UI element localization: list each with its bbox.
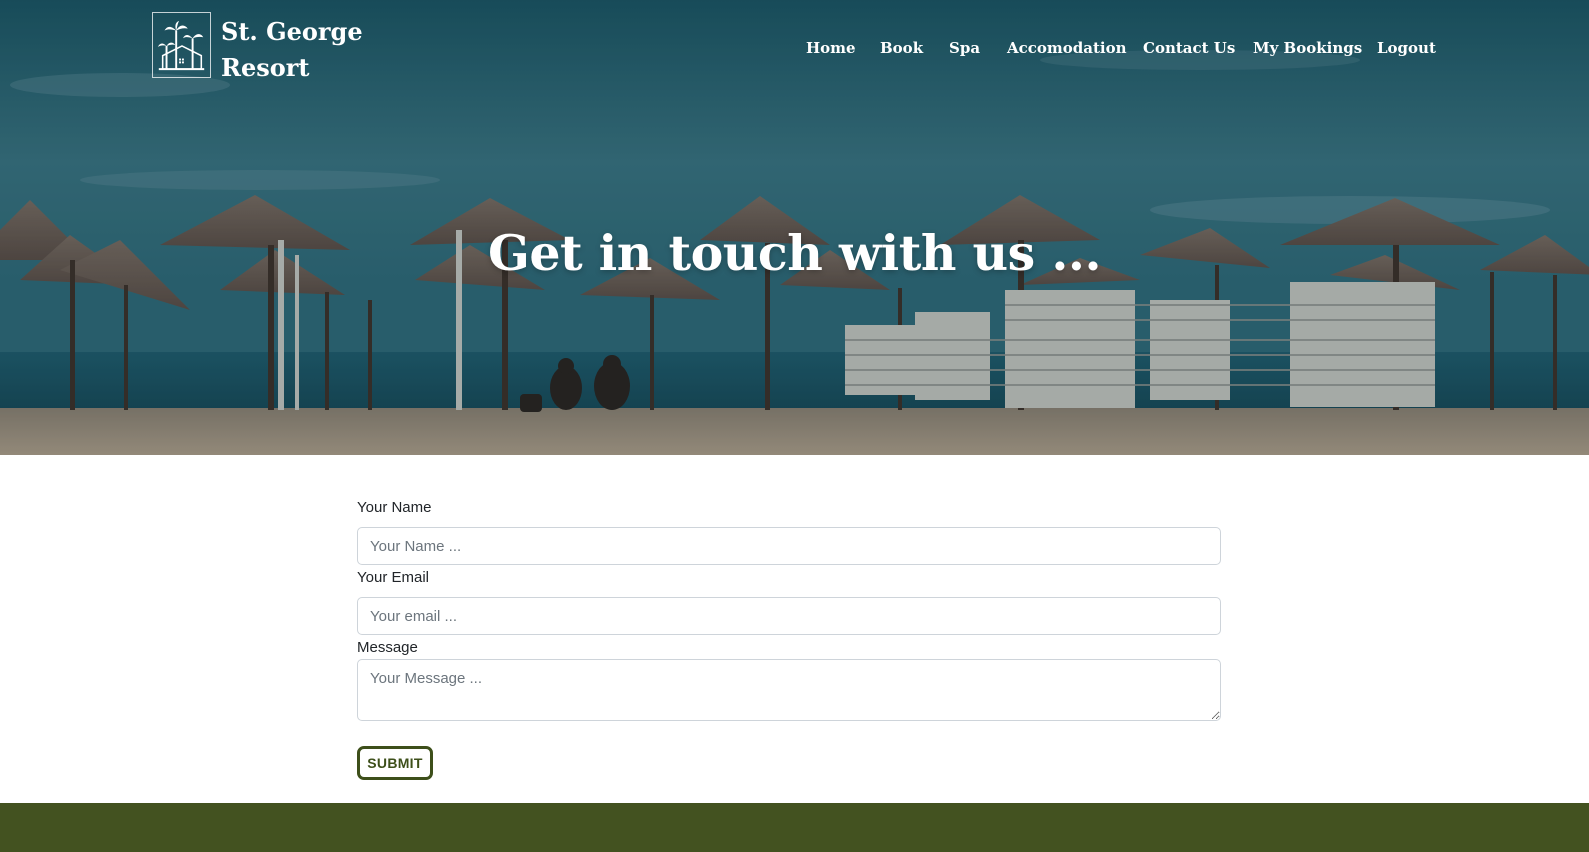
nav-item-accomodation[interactable]: Accomodation: [1007, 36, 1127, 60]
nav-item-spa[interactable]: Spa: [949, 36, 980, 60]
hero-banner: St. George Resort Home Book Spa Accomoda…: [0, 0, 1589, 455]
email-label: Your Email: [357, 569, 429, 586]
nav-item-home[interactable]: Home: [806, 36, 856, 60]
main-nav: Home Book Spa Accomodation Contact Us My…: [0, 36, 1589, 60]
nav-item-logout[interactable]: Logout: [1377, 36, 1436, 60]
site-footer: [0, 803, 1589, 852]
name-input[interactable]: [357, 527, 1221, 565]
message-textarea[interactable]: [357, 659, 1221, 721]
nav-item-book[interactable]: Book: [880, 36, 923, 60]
nav-item-my-bookings[interactable]: My Bookings: [1253, 36, 1362, 60]
message-label: Message: [357, 639, 418, 656]
hero-title: Get in touch with us ...: [487, 224, 1102, 282]
email-input[interactable]: [357, 597, 1221, 635]
nav-item-contact-us[interactable]: Contact Us: [1143, 36, 1235, 60]
submit-button[interactable]: SUBMIT: [357, 746, 433, 780]
name-label: Your Name: [357, 499, 432, 516]
